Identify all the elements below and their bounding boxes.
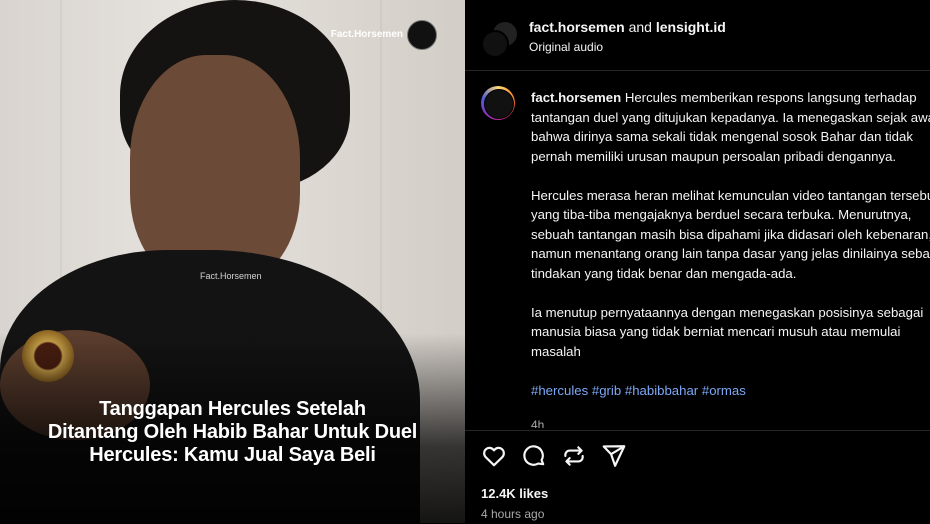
- avatar[interactable]: [481, 30, 509, 58]
- watermark-mid: Fact.Horsemen: [200, 271, 262, 281]
- hashtag-link[interactable]: #grib: [592, 383, 621, 398]
- action-bar: 12.4K likes 4 hours ago: [465, 430, 930, 524]
- post-time: 4 hours ago: [481, 507, 545, 521]
- caption-paragraph: Hercules merasa heran melihat kemunculan…: [531, 187, 930, 281]
- collab-avatars[interactable]: [481, 20, 519, 58]
- post-media-video[interactable]: Fact.Horsemen Fact.Horsemen Tanggapan He…: [0, 0, 465, 523]
- hashtag-link[interactable]: #habibbahar: [625, 383, 698, 398]
- caption-paragraph: fact.horsemen Hercules memberikan respon…: [531, 88, 930, 166]
- caption-paragraph: Ia menutup pernyataannya dengan menegask…: [531, 304, 924, 359]
- heart-icon[interactable]: [481, 443, 507, 469]
- likes-count[interactable]: 12.4K likes: [481, 486, 548, 501]
- username-link[interactable]: lensight.id: [656, 19, 726, 35]
- repost-icon[interactable]: [561, 443, 587, 469]
- video-caption-line: Hercules: Kamu Jual Saya Beli: [89, 444, 376, 466]
- post-side-panel: fact.horsemen and lensight.id Original a…: [465, 0, 930, 524]
- share-icon[interactable]: [601, 443, 627, 469]
- video-caption: Tanggapan Hercules Setelah Ditantang Ole…: [0, 398, 465, 467]
- caption-username[interactable]: fact.horsemen: [531, 90, 621, 105]
- hashtag-link[interactable]: #hercules: [531, 383, 588, 398]
- post-caption: fact.horsemen Hercules memberikan respon…: [531, 88, 930, 420]
- watermark-top: Fact.Horsemen: [330, 29, 403, 40]
- watermark-logo-icon: [407, 20, 437, 50]
- post-header: fact.horsemen and lensight.id Original a…: [465, 0, 930, 71]
- caption-timestamp: 4h: [531, 418, 545, 428]
- username-link[interactable]: fact.horsemen: [529, 19, 625, 35]
- author-avatar[interactable]: [481, 86, 515, 120]
- post-viewer: Fact.Horsemen Fact.Horsemen Tanggapan He…: [0, 0, 930, 524]
- audio-link[interactable]: Original audio: [529, 40, 603, 54]
- hashtags: #hercules #grib #habibbahar #ormas: [531, 381, 930, 401]
- comment-icon[interactable]: [521, 443, 547, 469]
- and-text: and: [628, 19, 652, 35]
- hashtag-link[interactable]: #ormas: [702, 383, 746, 398]
- collab-usernames: fact.horsemen and lensight.id: [529, 19, 726, 35]
- video-caption-line: Ditantang Oleh Habib Bahar Untuk Duel: [47, 421, 418, 443]
- video-caption-line: Tanggapan Hercules Setelah: [99, 398, 366, 420]
